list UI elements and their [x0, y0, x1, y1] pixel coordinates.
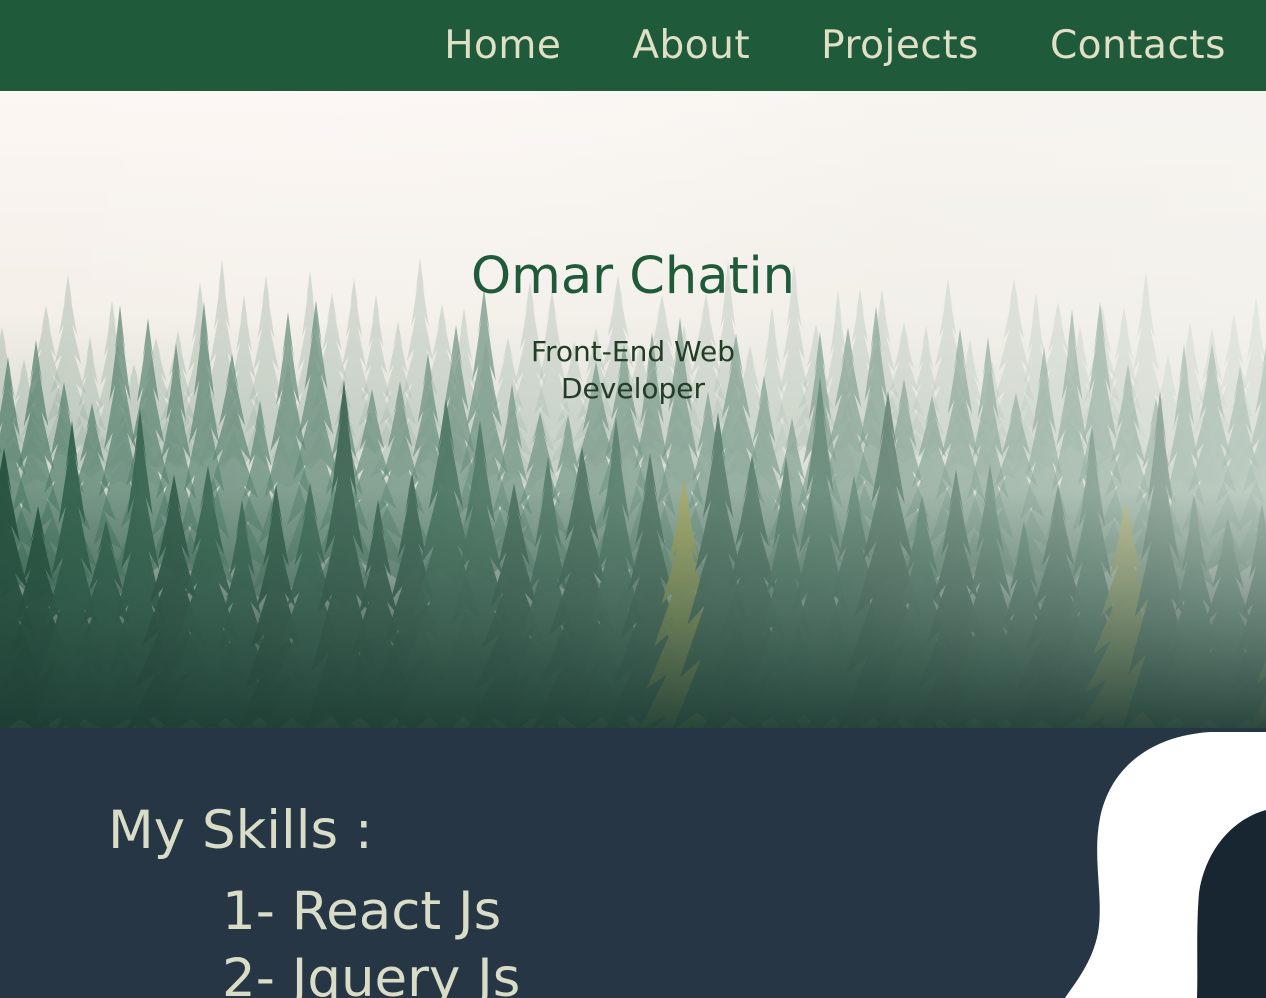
- nav-link-projects[interactable]: Projects: [821, 23, 979, 68]
- decorative-blob: [1065, 732, 1266, 998]
- skill-item: 1- React Js: [222, 881, 502, 942]
- skills-title: My Skills :: [108, 800, 373, 861]
- skills-section: My Skills : 1- React Js 2- Jquery Js: [0, 728, 1266, 998]
- nav-link-about[interactable]: About: [632, 23, 750, 68]
- skill-item: 2- Jquery Js: [222, 948, 521, 998]
- hero-name: Omar Chatin: [471, 247, 795, 306]
- hero-section: Omar Chatin Front-End Web Developer: [0, 91, 1266, 728]
- top-navbar: Home About Projects Contacts: [0, 0, 1266, 91]
- hero-forest-background: [0, 91, 1266, 728]
- nav-link-contacts[interactable]: Contacts: [1050, 23, 1226, 68]
- nav-link-home[interactable]: Home: [444, 23, 561, 68]
- hero-subtitle: Front-End Web Developer: [530, 335, 736, 405]
